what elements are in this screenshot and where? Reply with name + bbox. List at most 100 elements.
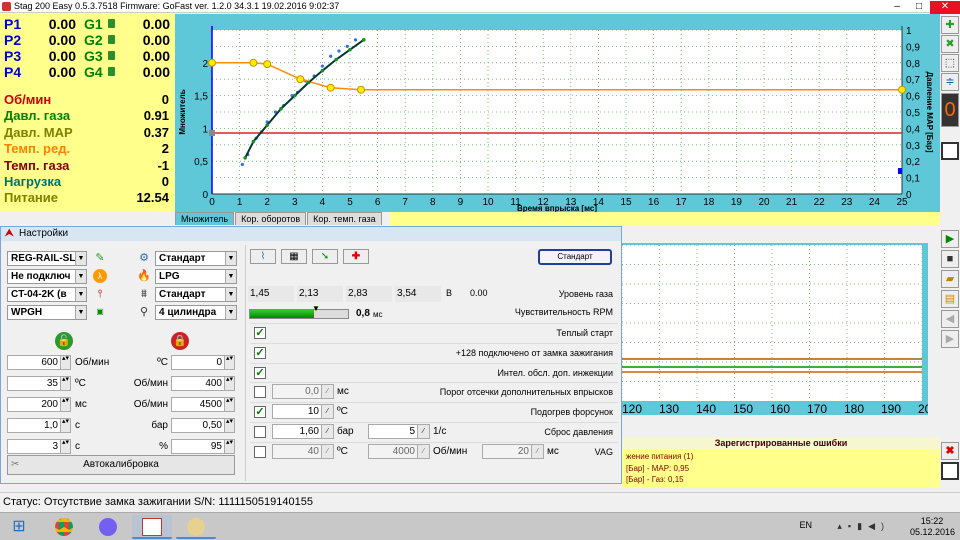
spin-icon[interactable]: ▴▾ (224, 397, 234, 411)
spin-icon[interactable]: ⁄ (417, 445, 429, 458)
clock[interactable]: 15:22 05.12.2016 (910, 516, 955, 538)
spin-icon[interactable]: ▴▾ (60, 355, 70, 369)
level-sensor-select[interactable]: WPGH ▼ (7, 305, 87, 320)
left-setting-input[interactable]: 600 ▴▾ (7, 355, 71, 370)
spin-icon[interactable]: ▴▾ (224, 439, 234, 453)
spin-icon[interactable]: ▴▾ (60, 397, 70, 411)
reset-checkbox[interactable] (254, 426, 266, 438)
cutoff-input[interactable]: 0,0 ⁄ (272, 384, 334, 399)
language-indicator[interactable]: EN (799, 520, 812, 530)
table-tool-icon[interactable]: ▦ (281, 249, 307, 264)
right-setting-input[interactable]: 0,50 ▴▾ (171, 418, 235, 433)
spin-icon[interactable]: ▴▾ (224, 418, 234, 432)
right-setting-input[interactable]: 4500 ▴▾ (171, 397, 235, 412)
gas-unit: В (446, 288, 453, 298)
spin-icon[interactable]: ▴▾ (224, 355, 234, 369)
reducer-select[interactable]: REG-RAIL-SL ▼ (7, 251, 87, 266)
windows-start-icon[interactable]: ⊞ (4, 515, 34, 539)
gas-level-2[interactable]: 2,13 (297, 286, 343, 302)
warm-start-checkbox[interactable]: ✓ (254, 327, 266, 339)
next-icon[interactable]: ▶ (941, 330, 959, 348)
cutoff-checkbox[interactable] (254, 386, 266, 398)
spin-icon[interactable]: ⁄ (321, 425, 333, 438)
spin-icon[interactable]: ⁄ (321, 405, 333, 418)
add-tool-icon[interactable]: ✚ (343, 249, 369, 264)
stop-icon[interactable]: ■ (941, 250, 959, 268)
left-setting-input[interactable]: 200 ▴▾ (7, 397, 71, 412)
map-sensor-select[interactable]: Не подключ ▼ (7, 269, 87, 284)
heat-checkbox[interactable]: ✓ (254, 406, 266, 418)
select-value: 4 цилиндра (159, 307, 217, 318)
injector-tool-icon[interactable]: ⌇ (250, 249, 276, 264)
left-setting-input[interactable]: 3 ▴▾ (7, 439, 71, 454)
intel-checkbox[interactable]: ✓ (254, 367, 266, 379)
settings-header[interactable]: ⮝ Настройки (1, 227, 621, 241)
right-setting-input[interactable]: 0 ▴▾ (171, 355, 235, 370)
param-row: Об/мин 0 (4, 92, 169, 108)
plus128-checkbox[interactable]: ✓ (254, 347, 266, 359)
reset-rate-input[interactable]: 5 ⁄ (368, 424, 430, 439)
error-line[interactable]: [Бар] - Газ: 0,15 (626, 475, 684, 485)
cylinders-select[interactable]: 4 цилиндра ▼ (155, 305, 237, 320)
right-setting-input[interactable]: 95 ▴▾ (171, 439, 235, 454)
y2-tick-label: 0,2 (906, 157, 920, 168)
window-icon[interactable]: ⬚ (941, 54, 959, 72)
add-point-icon[interactable]: ✚ (941, 16, 959, 34)
tab-gas-temp-correction[interactable]: Кор. темп. газа (307, 212, 382, 225)
paint-icon[interactable] (176, 515, 216, 539)
spin-icon[interactable]: ⁄ (321, 385, 333, 398)
open-folder-icon[interactable]: ▰ (941, 270, 959, 288)
rpm-sensitivity-slider[interactable]: ▼ (249, 304, 349, 319)
chrome-icon[interactable] (44, 515, 84, 539)
mode-select[interactable]: Стандарт ▼ (155, 251, 237, 266)
save-icon[interactable]: ▤ (941, 290, 959, 308)
minimize-button[interactable]: – (886, 1, 908, 14)
fuel-select[interactable]: LPG ▼ (155, 269, 237, 284)
autocalibration-button[interactable]: ✂ Автокалибровка (7, 455, 235, 475)
gas-level-4[interactable]: 3,54 (395, 286, 441, 302)
close-button[interactable]: ✕ (930, 1, 960, 14)
maximize-button[interactable]: □ (908, 1, 930, 14)
temp-sensor-select[interactable]: CT-04-2K (в ▼ (7, 287, 87, 302)
multiplier-chart[interactable]: 0 1 2 3 4 5 6 7 8 9 10 11 12 13 14 15 16 17 18 19 20 21 22 23 24… (175, 14, 940, 212)
spin-icon[interactable]: ▴▾ (60, 439, 70, 453)
collapse-chevron-icon[interactable]: ⮝ (5, 227, 14, 241)
spin-icon[interactable]: ▴▾ (60, 418, 70, 432)
error-line[interactable]: [Бар] - MAP: 0,95 (626, 464, 689, 474)
spin-icon[interactable]: ⁄ (321, 445, 333, 458)
arrows-icon[interactable]: ≑ (941, 73, 959, 91)
viber-icon[interactable] (88, 515, 128, 539)
spin-icon[interactable]: ▴▾ (60, 376, 70, 390)
vag-checkbox[interactable] (254, 446, 266, 458)
spin-icon[interactable]: ▴▾ (224, 376, 234, 390)
errors-window-icon[interactable] (941, 462, 959, 480)
square-icon[interactable] (941, 142, 959, 160)
error-line[interactable]: жение питания (1) (626, 452, 693, 462)
slider-fill (250, 310, 314, 318)
spin-icon[interactable]: ⁄ (531, 445, 543, 458)
slider-thumb-icon[interactable]: ▼ (312, 304, 320, 313)
right-setting-input[interactable]: 400 ▴▾ (171, 376, 235, 391)
play-icon[interactable]: ▶ (941, 230, 959, 248)
arrow-tool-icon[interactable]: ➘ (312, 249, 338, 264)
spin-icon[interactable]: ⁄ (417, 425, 429, 438)
left-setting-input[interactable]: 35 ▴▾ (7, 376, 71, 391)
stag-app-icon[interactable] (132, 515, 172, 539)
vag-rpm-input[interactable]: 4000 ⁄ (368, 444, 430, 459)
injection-select[interactable]: Стандарт ▼ (155, 287, 237, 302)
standard-button[interactable]: Стандарт (538, 249, 612, 265)
tab-rpm-correction[interactable]: Кор. оборотов (235, 212, 307, 225)
tray-icons[interactable]: ▴▪▮◀) (837, 521, 890, 532)
delete-point-icon[interactable]: ✖ (941, 35, 959, 53)
left-setting-input[interactable]: 1,0 ▴▾ (7, 418, 71, 433)
prev-icon[interactable]: ◀ (941, 310, 959, 328)
vag-time-input[interactable]: 20 ⁄ (482, 444, 544, 459)
reset-pressure-input[interactable]: 1,60 ⁄ (272, 424, 334, 439)
gas-level-1[interactable]: 1,45 (248, 286, 294, 302)
clear-errors-icon[interactable]: ✖ (941, 442, 959, 460)
heat-input[interactable]: 10 ⁄ (272, 404, 334, 419)
injector-icon: ✎ (95, 252, 105, 264)
gas-level-3[interactable]: 2,83 (346, 286, 392, 302)
tab-multiplier[interactable]: Множитель (175, 212, 235, 225)
vag-temp-input[interactable]: 40 ⁄ (272, 444, 334, 459)
